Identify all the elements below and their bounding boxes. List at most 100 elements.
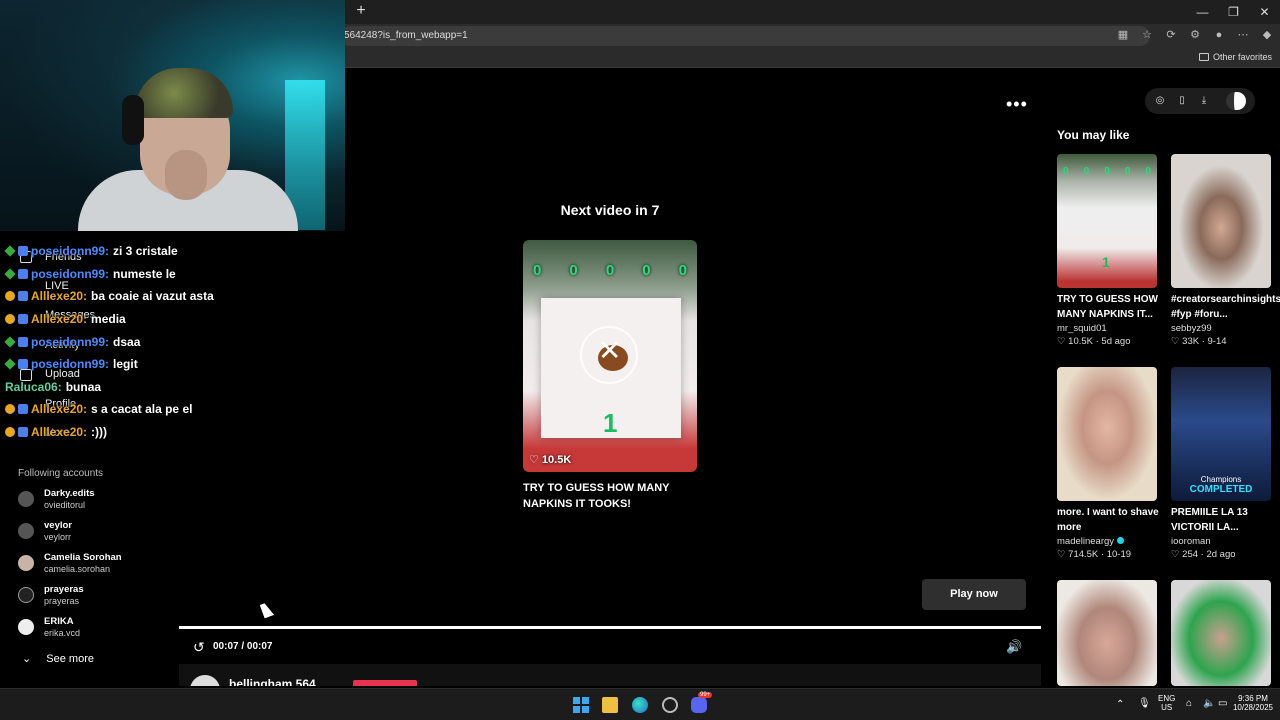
following-account[interactable]: Darky.edits ovieditorul (18, 488, 168, 518)
refresh-icon[interactable]: ⟳ (1164, 28, 1178, 42)
mod-badge-icon (4, 268, 16, 280)
discord-icon[interactable] (691, 697, 707, 713)
chat-username: Alllexe20: (31, 425, 88, 440)
video-thumbnail: Champions COMPLETED (1171, 367, 1271, 501)
following-account[interactable]: prayeras prayeras (18, 584, 168, 614)
account-handle: erika.vcd (44, 628, 81, 638)
sub-badge-icon (18, 404, 28, 415)
streamer-hand (165, 150, 207, 200)
chat-message: Alllexe20: ba coaie ai vazut asta (5, 285, 345, 308)
avatar (18, 587, 34, 603)
url-text[interactable]: 564248?is_from_webapp=1 (344, 30, 468, 41)
chat-username: poseidonn99: (31, 357, 110, 372)
new-tab-button[interactable]: + (352, 2, 370, 20)
edge-icon[interactable] (632, 697, 648, 713)
gold-badge-icon (5, 291, 15, 302)
star-icon[interactable]: ☆ (1140, 28, 1154, 42)
language-indicator[interactable]: ENG US (1158, 694, 1175, 712)
account-name: ERIKA (44, 616, 74, 627)
discord-badge: 99+ (698, 692, 713, 698)
close-icon[interactable]: ✕ (598, 337, 621, 365)
phone-icon[interactable]: ▯ (1175, 94, 1189, 108)
recommended-video-card[interactable] (1171, 580, 1273, 686)
battery-icon[interactable]: ▭ (1218, 698, 1227, 709)
download-icon[interactable]: ⤓ (1197, 94, 1211, 108)
more-options-icon[interactable]: ••• (1006, 94, 1028, 115)
grid-icon[interactable]: ▦ (1116, 28, 1130, 42)
account-name: prayeras (44, 584, 84, 595)
video-meta: ♡ 33K · 9-14 (1171, 336, 1227, 347)
verified-icon (1117, 537, 1125, 544)
chat-message: Alllexe20: s a cacat ala pe el (5, 398, 345, 421)
chat-username: Raluca06: (5, 379, 62, 394)
microphone-icon[interactable]: 🎙 (1138, 698, 1151, 709)
chat-message: Alllexe20: media (5, 308, 345, 331)
you-may-like-title: You may like (1057, 128, 1130, 142)
toolbar-icons: ▦ ☆ ⟳ ⚙ ● ⋯ ◆ (1116, 28, 1274, 42)
recommended-video-card[interactable]: #creatorsearchinsights #fyp #foru... seb… (1171, 154, 1280, 347)
avatar[interactable] (190, 675, 220, 686)
follow-button[interactable] (353, 680, 417, 686)
account-name: Darky.edits (44, 488, 95, 499)
extensions-icon[interactable]: ⚙ (1188, 28, 1202, 42)
network-icon[interactable]: ⌂ (1186, 698, 1192, 709)
headset (122, 95, 144, 145)
windows-taskbar: 99+ ⌃ 🎙 ENG US ⌂ 🔈 ▭ 9:36 PM 10/28/2025 (0, 688, 1280, 720)
following-account[interactable]: ERIKA erika.vcd (18, 616, 168, 646)
chrome-icon[interactable] (662, 697, 678, 713)
menu-dots-icon[interactable]: ⋯ (1236, 28, 1250, 42)
volume-icon[interactable]: 🔊 (1006, 639, 1022, 655)
recommended-video-card[interactable]: 0 0 0 0 0 1 TRY TO GUESS HOW MANY NAPKIN… (1057, 154, 1159, 347)
window-controls: — ❐ ✕ (1187, 2, 1280, 22)
thumb-likes: ♡ 10.5K (529, 454, 572, 466)
following-account[interactable]: veylor veylorr (18, 520, 168, 550)
chat-message: Raluca06: bunaa (5, 376, 345, 399)
account-handle: ovieditorul (44, 500, 86, 510)
replay-icon[interactable]: ↺ (193, 639, 205, 656)
video-author: mr_squid01 (1057, 323, 1107, 334)
score-digit: 0 (1145, 166, 1151, 177)
copilot-icon[interactable]: ◆ (1260, 28, 1274, 42)
mouse-cursor (259, 601, 275, 619)
recommended-video-card[interactable]: Champions COMPLETED PREMIILE LA 13 VICTO… (1171, 367, 1273, 560)
restore-button[interactable]: ❐ (1218, 2, 1249, 22)
video-thumbnail (1171, 580, 1271, 686)
chevron-down-icon: ⌄ (22, 653, 32, 665)
score-digit: 0 (533, 262, 542, 279)
compass-icon[interactable]: ◎ (1153, 94, 1167, 108)
close-window-button[interactable]: ✕ (1249, 2, 1280, 22)
mod-badge-icon (4, 245, 16, 257)
start-button[interactable] (573, 697, 589, 713)
next-video-caption[interactable]: TRY TO GUESS HOW MANY NAPKINS IT TOOKS! (523, 480, 703, 512)
file-explorer-icon[interactable] (602, 697, 618, 713)
recommended-video-card[interactable] (1057, 580, 1159, 686)
chat-text: :))) (91, 425, 108, 440)
chat-username: Alllexe20: (31, 289, 88, 304)
minimize-button[interactable]: — (1187, 2, 1218, 22)
score-digit: 0 (605, 262, 615, 279)
see-more-label: See more (46, 653, 94, 665)
date-text: 10/28/2025 (1232, 703, 1274, 712)
recommended-video-card[interactable]: more. I want to shave more madelineargy … (1057, 367, 1159, 560)
other-favorites-label: Other favorites (1212, 52, 1272, 62)
profile-icon[interactable]: ● (1212, 28, 1226, 42)
see-more-button[interactable]: ⌄ See more (22, 652, 94, 665)
account-handle: prayeras (44, 596, 80, 606)
speaker-icon[interactable]: 🔈 (1203, 698, 1215, 709)
chevron-up-icon[interactable]: ⌃ (1116, 699, 1124, 710)
avatar (18, 619, 34, 635)
author-strip: bellingham.564 (179, 664, 1041, 686)
account-handle: veylorr (44, 532, 72, 542)
clock[interactable]: 9:36 PM 10/28/2025 (1231, 694, 1275, 712)
next-video-thumbnail[interactable]: 0 0 0 0 0 1 ✕ ♡ 10.5K (523, 240, 697, 472)
sub-badge-icon (18, 336, 28, 347)
sub-badge-icon (18, 359, 28, 370)
progress-bar[interactable] (179, 626, 1041, 629)
other-favorites[interactable]: Other favorites (1198, 52, 1272, 62)
author-name[interactable]: bellingham.564 (229, 677, 316, 686)
theme-toggle[interactable] (1226, 92, 1246, 110)
video-author: iooroman (1171, 536, 1211, 547)
chat-message: poseidonn99: legit (4, 353, 345, 376)
following-account[interactable]: Camelia Sorohan camelia.sorohan (18, 552, 168, 582)
play-now-button[interactable]: Play now (922, 579, 1026, 610)
